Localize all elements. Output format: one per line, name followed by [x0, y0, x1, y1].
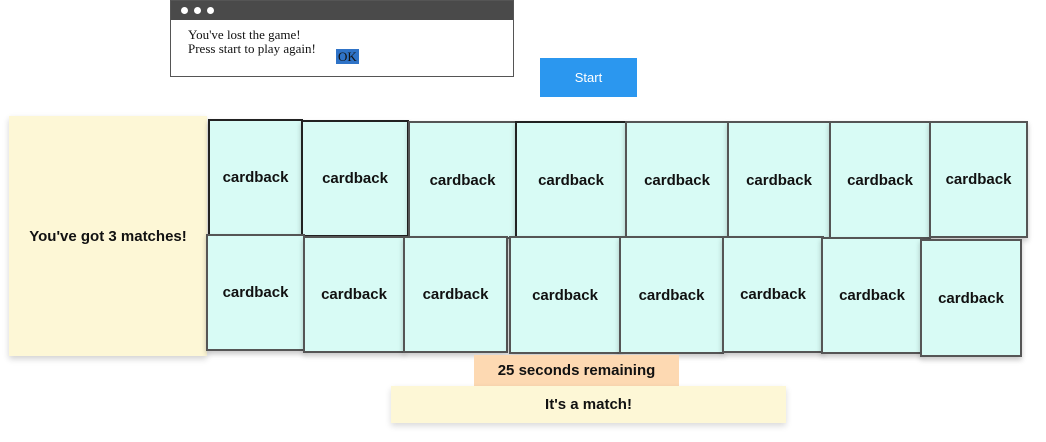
card[interactable]: cardback: [821, 237, 923, 354]
card[interactable]: cardback: [727, 121, 831, 239]
card[interactable]: cardback: [408, 121, 517, 239]
window-dot-icon: [207, 7, 214, 14]
card[interactable]: cardback: [509, 236, 621, 354]
card[interactable]: cardback: [301, 120, 409, 237]
matches-panel: You've got 3 matches!: [9, 116, 207, 356]
card[interactable]: cardback: [403, 236, 508, 353]
card[interactable]: cardback: [829, 121, 931, 239]
window-dot-icon: [194, 7, 201, 14]
timer: 25 seconds remaining: [474, 355, 679, 386]
card[interactable]: cardback: [208, 119, 303, 236]
dialog-titlebar: [171, 1, 513, 20]
card[interactable]: cardback: [206, 234, 305, 351]
dialog-message: You've lost the game! Press start to pla…: [188, 27, 316, 56]
window-dot-icon: [181, 7, 188, 14]
card[interactable]: cardback: [515, 121, 627, 239]
card[interactable]: cardback: [722, 236, 824, 353]
card[interactable]: cardback: [929, 121, 1028, 238]
game-over-dialog: You've lost the game! Press start to pla…: [170, 0, 514, 77]
card[interactable]: cardback: [920, 239, 1022, 357]
card[interactable]: cardback: [619, 236, 724, 354]
card[interactable]: cardback: [303, 236, 405, 353]
ok-button[interactable]: OK: [336, 49, 359, 64]
match-status: It's a match!: [391, 386, 786, 423]
card[interactable]: cardback: [625, 121, 729, 239]
start-button[interactable]: Start: [540, 58, 637, 97]
